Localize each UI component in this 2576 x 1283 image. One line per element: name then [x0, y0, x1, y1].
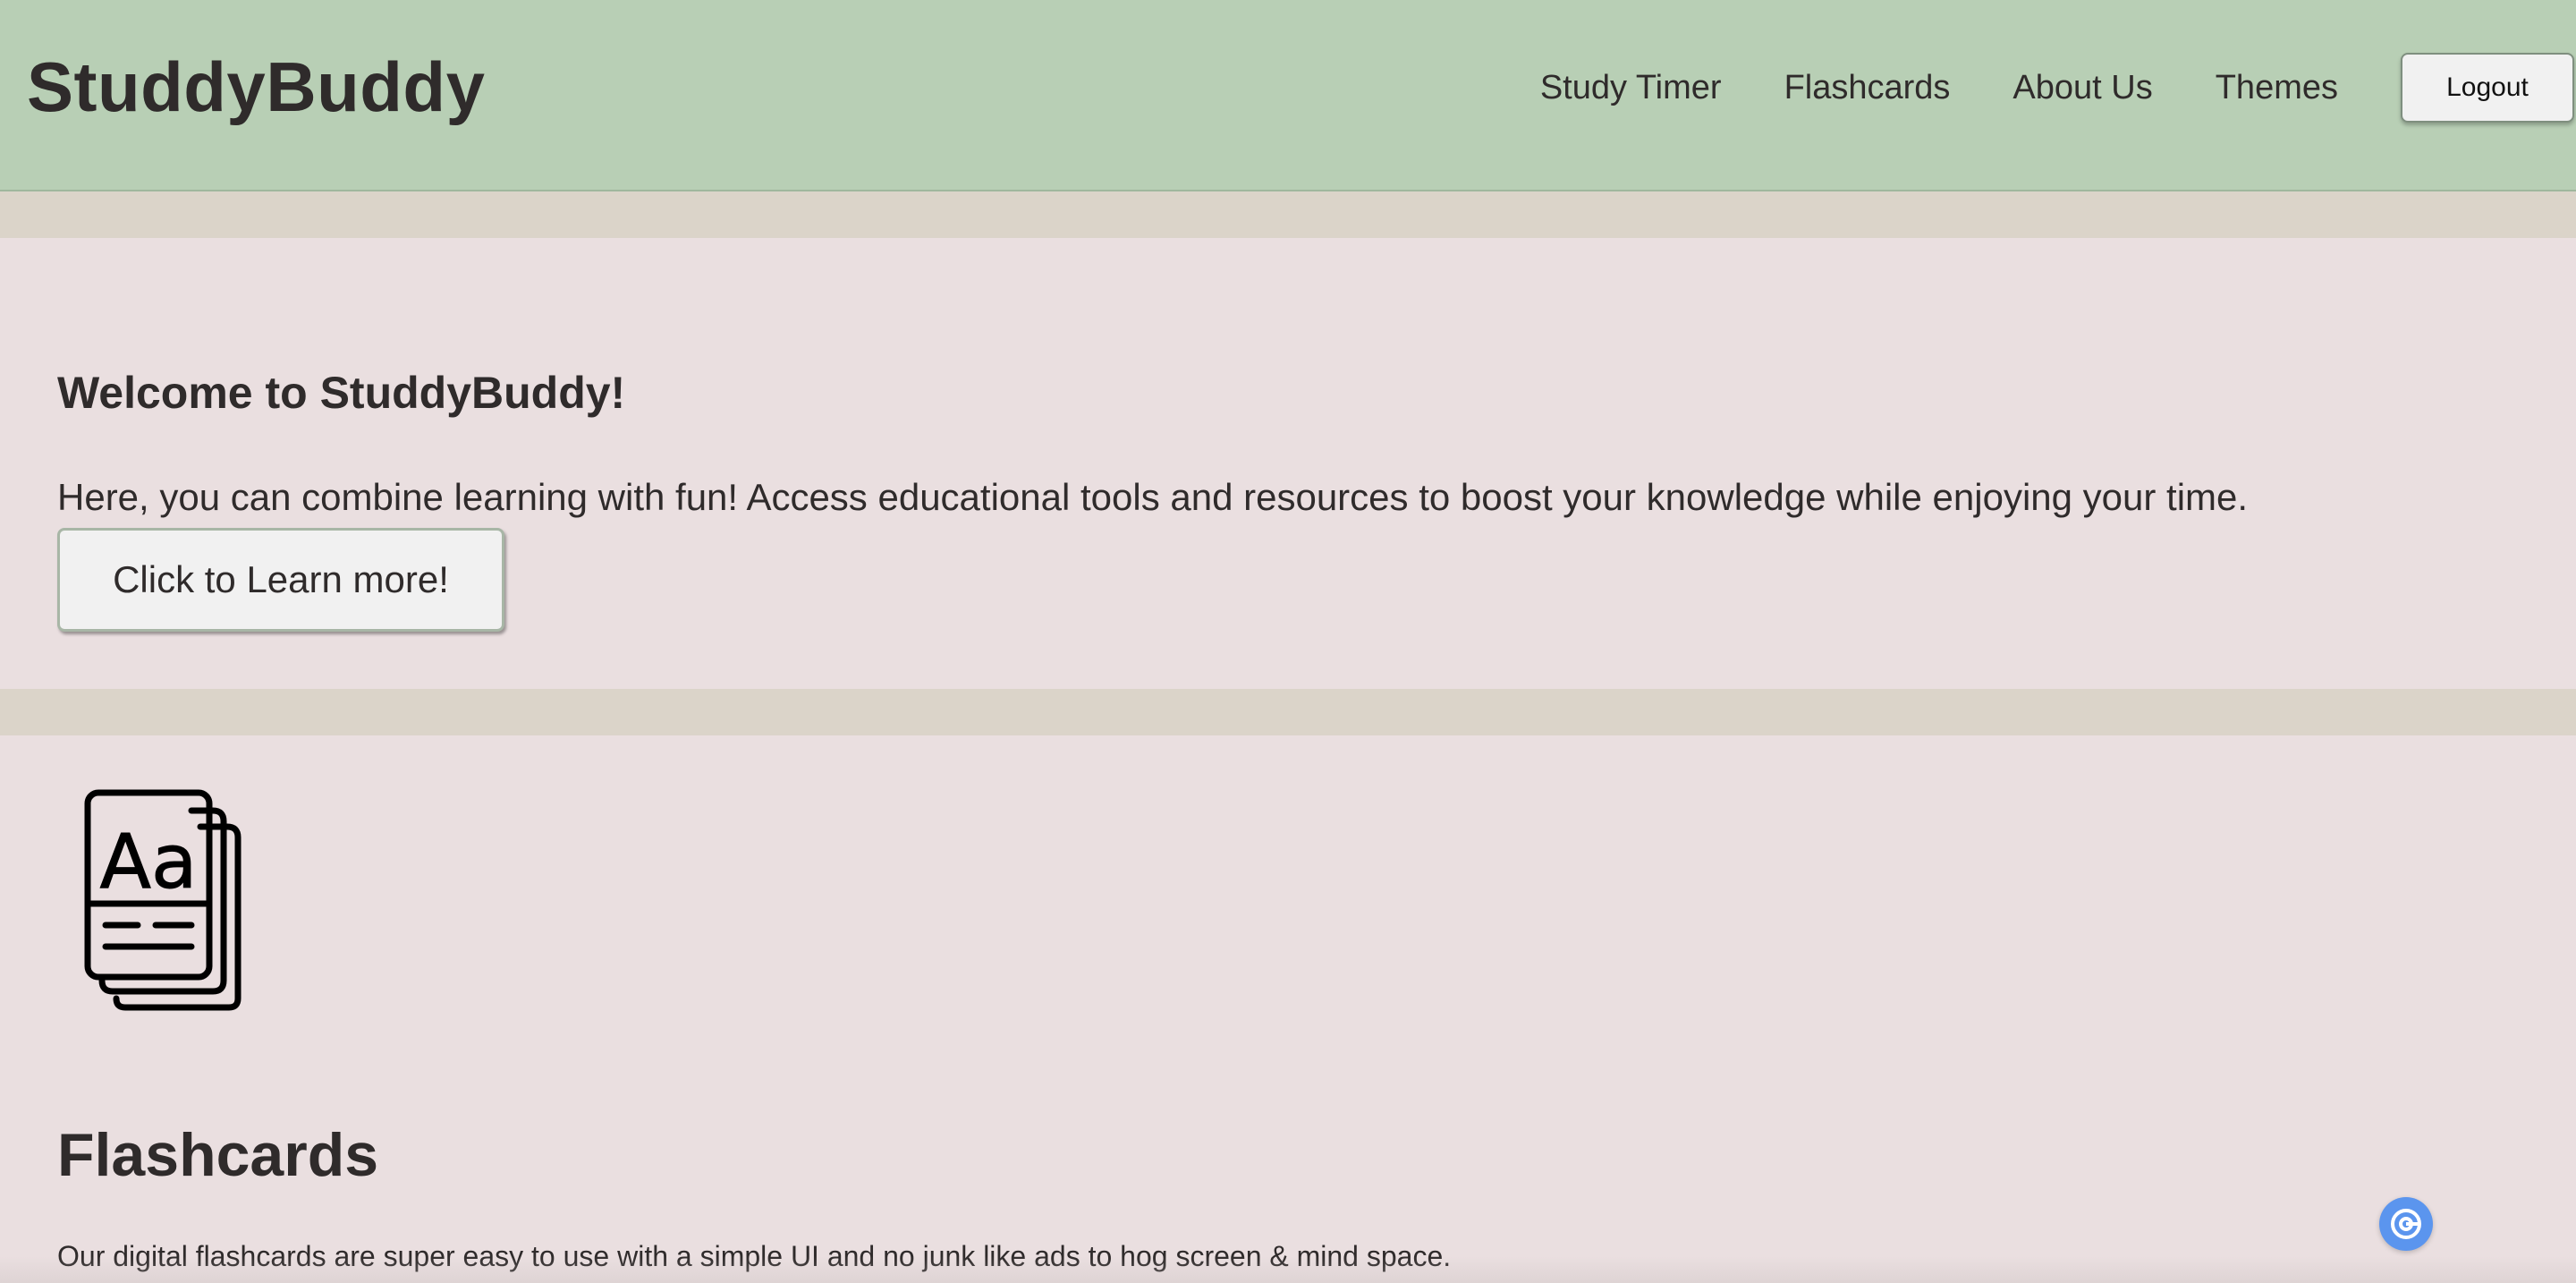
nav-study-timer[interactable]: Study Timer	[1540, 69, 1722, 107]
brand-logo[interactable]: StuddyBuddy	[27, 47, 485, 128]
section-divider-middle	[0, 689, 2576, 735]
main-navigation: Study Timer Flashcards About Us Themes L…	[1540, 52, 2576, 123]
nav-themes[interactable]: Themes	[2216, 69, 2338, 107]
section-divider-top	[0, 191, 2576, 238]
learn-more-button[interactable]: Click to Learn more!	[57, 528, 504, 632]
assistant-button[interactable]	[2379, 1197, 2433, 1251]
flashcards-section	[0, 735, 2576, 1283]
nav-flashcards[interactable]: Flashcards	[1784, 69, 1951, 107]
logout-button[interactable]: Logout	[2401, 53, 2574, 123]
welcome-text: Here, you can combine learning with fun!…	[57, 476, 2249, 518]
assistant-icon	[2391, 1209, 2421, 1239]
welcome-title: Welcome to StuddyBuddy!	[57, 367, 626, 418]
svg-text:Aa: Aa	[100, 818, 198, 905]
flashcards-icon: Aa	[84, 789, 242, 1011]
nav-about-us[interactable]: About Us	[2012, 69, 2152, 107]
top-header: StuddyBuddy Study Timer Flashcards About…	[0, 0, 2576, 191]
bottom-scroll-fade	[0, 1256, 2576, 1283]
flashcards-title: Flashcards	[57, 1121, 379, 1190]
